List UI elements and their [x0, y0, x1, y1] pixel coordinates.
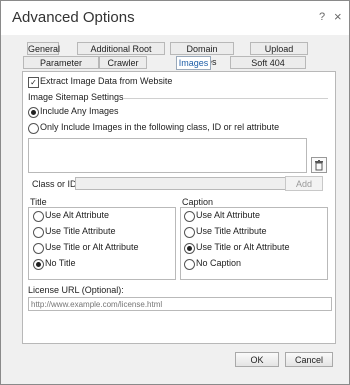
tab-soft-404-detection[interactable]: Soft 404 Detection — [230, 56, 306, 81]
class-id-label: Class or ID: — [32, 179, 80, 189]
caption-heading: Caption — [182, 197, 214, 207]
caption-no-caption-radio[interactable] — [184, 259, 195, 270]
tab-upload-settings[interactable]: Upload Settings — [250, 42, 308, 67]
caption-use-title-or-alt-label: Use Title or Alt Attribute — [196, 242, 290, 252]
class-id-input[interactable] — [75, 177, 300, 190]
advanced-options-window: Advanced Options ? × General Additional … — [0, 0, 350, 385]
help-icon[interactable]: ? — [319, 11, 325, 23]
tab-domain-aliases[interactable]: Domain Aliases — [170, 42, 234, 67]
title-use-title-or-alt-radio[interactable] — [33, 243, 44, 254]
tab-images[interactable]: Images — [176, 56, 211, 70]
extract-image-data-checkbox[interactable]: ✓ — [28, 77, 39, 88]
ok-button[interactable]: OK — [235, 352, 279, 367]
caption-no-caption-label: No Caption — [196, 258, 242, 268]
delete-icon[interactable] — [311, 157, 327, 173]
caption-use-title-label: Use Title Attribute — [196, 226, 267, 236]
include-specific-images-label: Only Include Images in the following cla… — [40, 122, 280, 132]
extract-image-data-label: Extract Image Data from Website — [40, 76, 173, 86]
image-sitemap-settings-heading: Image Sitemap Settings — [28, 92, 124, 102]
title-use-title-or-alt-label: Use Title or Alt Attribute — [45, 242, 139, 252]
close-icon[interactable]: × — [334, 9, 342, 24]
add-button[interactable]: Add — [285, 176, 323, 191]
tab-general[interactable]: General — [27, 42, 60, 55]
include-any-images-label: Include Any Images — [40, 106, 119, 116]
caption-use-alt-label: Use Alt Attribute — [196, 210, 261, 220]
cancel-button[interactable]: Cancel — [285, 352, 333, 367]
caption-use-title-radio[interactable] — [184, 227, 195, 238]
title-use-alt-label: Use Alt Attribute — [45, 210, 110, 220]
title-bar: Advanced Options ? × — [1, 1, 349, 35]
license-url-label: License URL (Optional): — [28, 285, 124, 295]
tab-parameter-removal[interactable]: Parameter Removal — [23, 56, 99, 81]
include-specific-images-radio[interactable] — [28, 123, 39, 134]
title-use-alt-radio[interactable] — [33, 211, 44, 222]
images-tab-panel: ✓ Extract Image Data from Website Image … — [22, 71, 336, 344]
window-title: Advanced Options — [12, 9, 135, 26]
license-url-input[interactable] — [28, 297, 332, 311]
title-use-title-label: Use Title Attribute — [45, 226, 116, 236]
title-heading: Title — [30, 197, 47, 207]
tab-strip: General Additional Root URLs Domain Alia… — [1, 41, 349, 81]
title-no-title-label: No Title — [45, 258, 76, 268]
class-id-list[interactable] — [28, 138, 307, 173]
tab-crawler[interactable]: Crawler — [99, 56, 147, 69]
caption-use-title-or-alt-radio[interactable] — [184, 243, 195, 254]
title-use-title-radio[interactable] — [33, 227, 44, 238]
divider — [123, 98, 328, 99]
tab-additional-root-urls[interactable]: Additional Root URLs — [77, 42, 165, 67]
title-no-title-radio[interactable] — [33, 259, 44, 270]
caption-use-alt-radio[interactable] — [184, 211, 195, 222]
include-any-images-radio[interactable] — [28, 107, 39, 118]
